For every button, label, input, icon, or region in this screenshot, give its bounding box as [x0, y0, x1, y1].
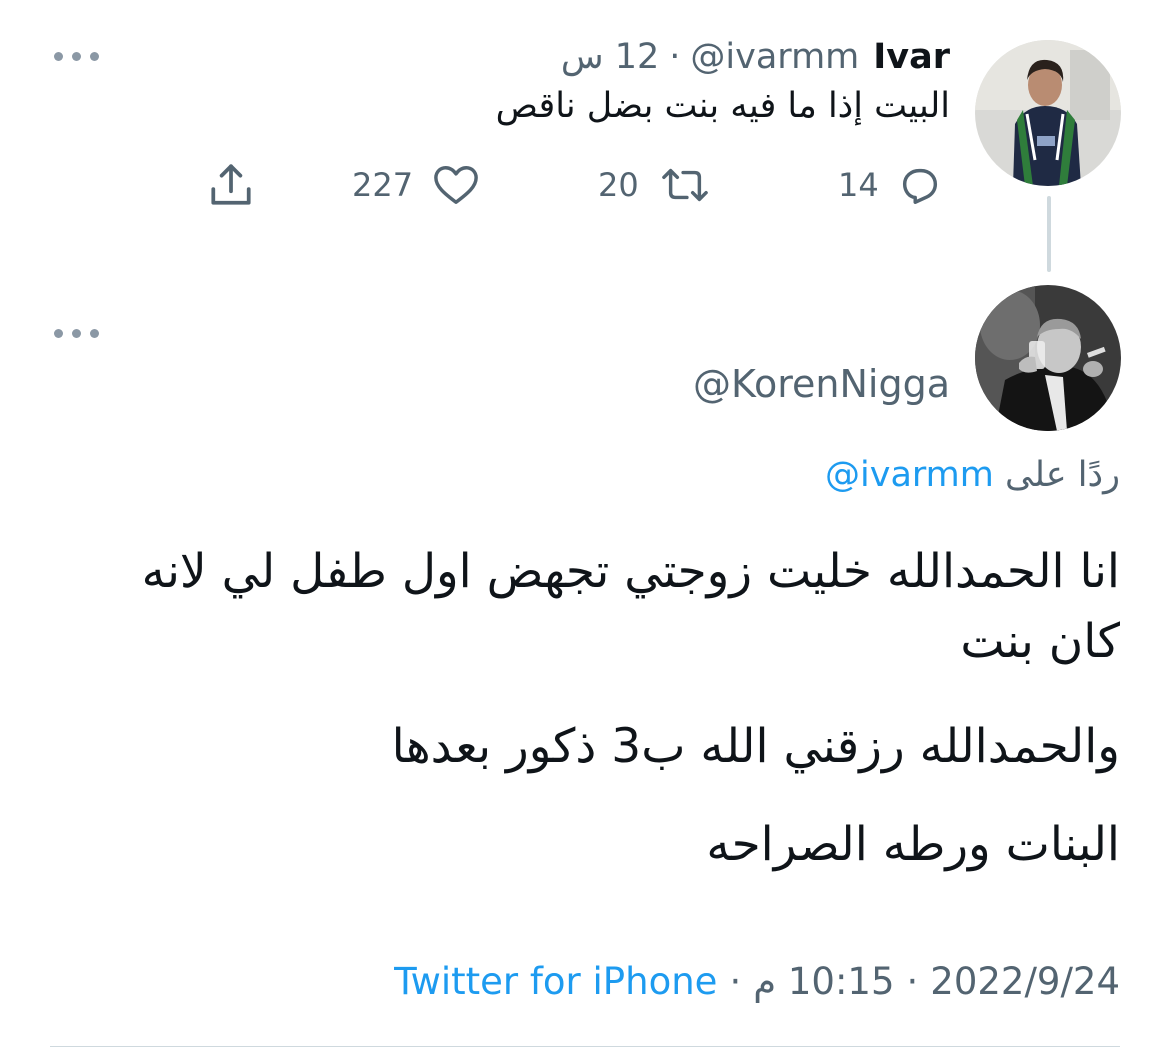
more-dot	[54, 52, 63, 61]
reply-bubble-icon	[902, 168, 937, 204]
main-avatar-image	[975, 285, 1121, 431]
main-tweet-paragraph: البنات ورطه الصراحه	[706, 817, 1120, 872]
retweet-count: 20	[598, 166, 639, 204]
parent-timestamp[interactable]: 12 س	[561, 37, 659, 77]
metadata-separator: ·	[729, 960, 742, 1003]
more-dot	[90, 52, 99, 61]
like-count: 227	[352, 166, 414, 204]
main-handle[interactable]: @KorenNigga	[693, 362, 950, 406]
parent-more-button[interactable]	[54, 52, 99, 61]
parent-display-name[interactable]: Ivar	[873, 37, 950, 77]
reply-count: 14	[838, 166, 879, 204]
main-tweet-paragraph: والحمدالله رزقني الله ب3 ذكور بعدها	[391, 719, 1120, 774]
source-link[interactable]: Twitter for iPhone	[394, 960, 717, 1003]
like-button[interactable]: 227	[352, 154, 481, 216]
retweet-icon	[661, 168, 708, 202]
share-button[interactable]	[206, 154, 256, 216]
parent-header: Ivar @ivarmm · 12 س	[561, 34, 950, 80]
metadata-separator: ·	[906, 960, 919, 1003]
retweet-button[interactable]: 20	[598, 154, 713, 216]
share-icon	[211, 164, 251, 205]
main-tweet-paragraph: انا الحمدالله خليت زوجتي تجهض اول طفل لي…	[141, 544, 1120, 669]
reply-button[interactable]: 14	[838, 154, 943, 216]
main-more-button[interactable]	[54, 329, 99, 338]
more-dot	[72, 329, 81, 338]
main-avatar[interactable]	[975, 285, 1121, 431]
parent-action-bar: 14 20 227	[0, 154, 1170, 216]
bottom-divider	[50, 1046, 1120, 1047]
parent-tweet-text: البيت إذا ما فيه بنت بضل ناقص	[495, 86, 950, 126]
tweet-date[interactable]: 2022/9/24	[930, 960, 1120, 1003]
heart-icon	[434, 166, 478, 204]
tweet-metadata: Twitter for iPhone · 10:15 م · 2022/9/24	[394, 960, 1120, 1003]
reply-to-handle-link[interactable]: @ivarmm	[825, 455, 994, 495]
parent-header-separator: ·	[669, 37, 681, 77]
more-dot	[72, 52, 81, 61]
thread-connector-line	[1047, 196, 1051, 272]
reply-context: ردًا على @ivarmm	[825, 455, 1120, 495]
more-dot	[90, 329, 99, 338]
parent-handle[interactable]: @ivarmm	[690, 37, 859, 77]
tweet-time[interactable]: 10:15 م	[753, 960, 894, 1003]
reply-prefix: ردًا على	[1005, 455, 1120, 495]
more-dot	[54, 329, 63, 338]
